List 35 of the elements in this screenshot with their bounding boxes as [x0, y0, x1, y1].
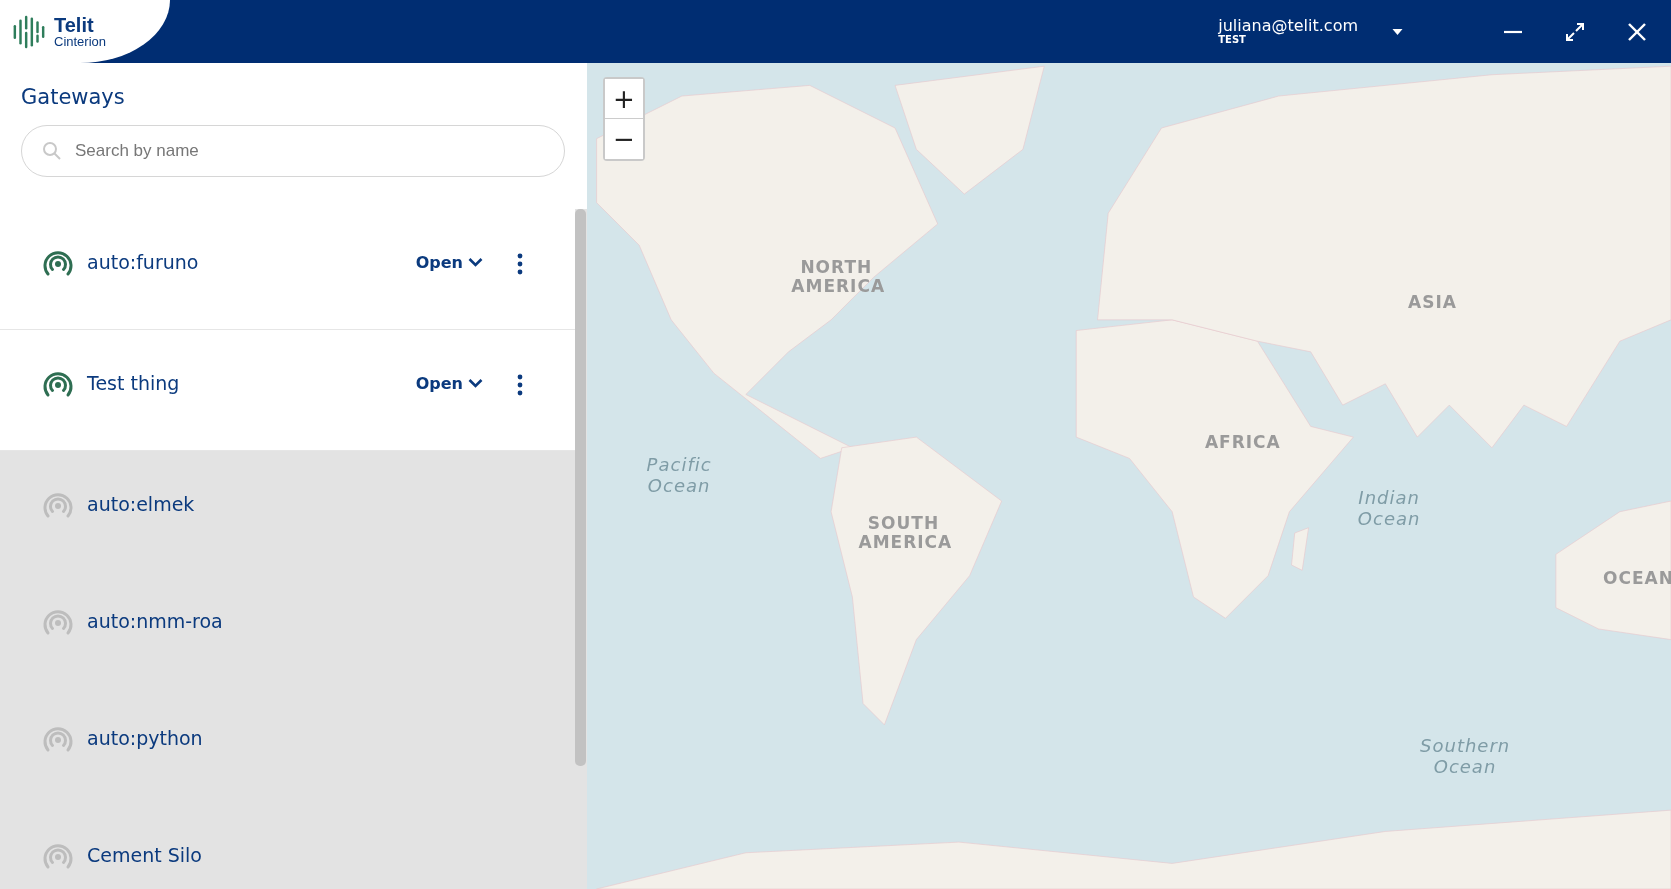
open-dropdown-button[interactable]: Open [415, 374, 483, 393]
caret-icon[interactable] [1392, 28, 1403, 35]
gateway-name: auto:nmm-roa [87, 610, 224, 632]
gateway-row[interactable]: Cement Silo [0, 802, 575, 889]
map-label: SOUTH AMERICA [858, 514, 949, 554]
panel-title: Gateways [21, 85, 126, 109]
logo-subname: Cinterion [54, 35, 107, 48]
expand-arrows-icon[interactable] [1565, 21, 1585, 42]
gateway-name: auto:elmek [87, 493, 196, 515]
gateway-row[interactable]: auto:nmm-roa [0, 568, 575, 685]
gateway-name: auto:furuno [87, 251, 200, 273]
chevron-down-icon [468, 258, 483, 267]
gateway-name: Test thing [87, 372, 181, 394]
map-label: NORTH AMERICA [791, 258, 882, 298]
scrollbar-thumb[interactable] [575, 209, 586, 766]
map-label: AFRICA [1204, 433, 1281, 453]
close-icon[interactable] [1627, 21, 1647, 42]
gateway-row[interactable]: auto:python [0, 685, 575, 802]
gateway-name: auto:python [87, 727, 204, 749]
more-options-icon[interactable] [517, 374, 523, 396]
logo-name: Telit [54, 15, 95, 35]
chevron-down-icon [468, 379, 483, 388]
map-label: ASIA [1408, 292, 1457, 313]
user-email[interactable]: juliana@telit.com [1218, 17, 1358, 35]
more-options-icon[interactable] [517, 253, 523, 275]
map-label: Southern Ocean [1420, 736, 1511, 778]
map-label: Pacific Ocean [645, 455, 713, 497]
account-name: TEST [1218, 34, 1246, 46]
map-label: Indian Ocean [1356, 488, 1422, 530]
gateway-row[interactable]: auto:elmek [0, 451, 575, 568]
logo-bars-icon [12, 14, 46, 49]
gateway-name: Cement Silo [87, 844, 203, 866]
search-field[interactable]: Search by name [21, 125, 565, 177]
open-dropdown-button[interactable]: Open [415, 253, 483, 272]
zoom-in-button[interactable]: + [605, 79, 643, 119]
